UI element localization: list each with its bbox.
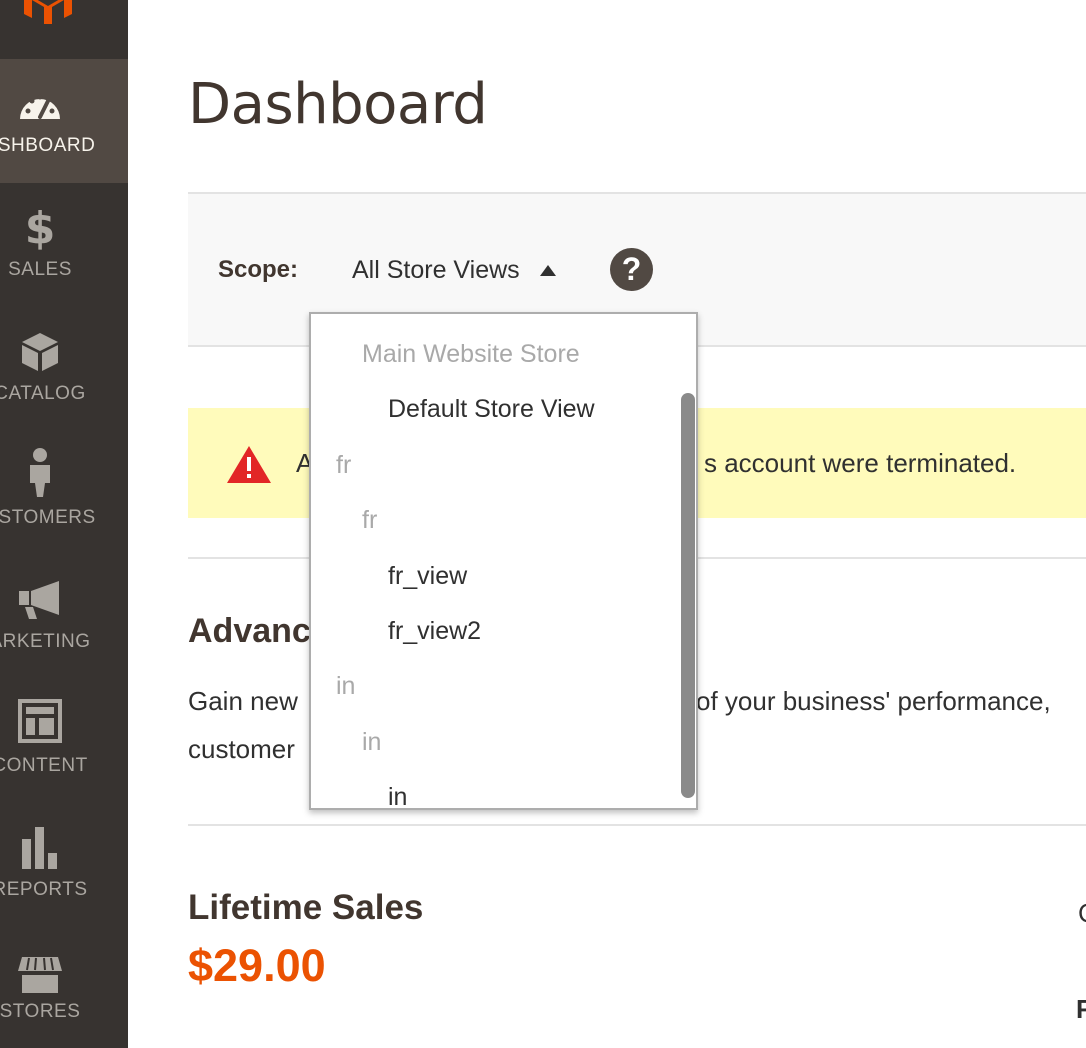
advanced-reporting-text: customer: [188, 734, 295, 764]
box-icon: [0, 331, 80, 373]
warning-icon: [227, 446, 271, 483]
advanced-reporting-text: Gain new: [188, 686, 298, 716]
scope-label: Scope:: [218, 256, 299, 283]
sidebar-item-reports[interactable]: REPORTS: [0, 803, 128, 927]
dropdown-option-store-view[interactable]: in: [388, 783, 407, 808]
sidebar-item-label: REPORTS: [0, 879, 88, 900]
dropdown-option-store-view[interactable]: fr_view: [388, 562, 467, 591]
dashboard-gauge-icon: [0, 89, 80, 123]
scope-dropdown-toggle[interactable]: All Store Views: [352, 253, 556, 287]
dropdown-group-website: in: [336, 672, 356, 700]
sidebar-item-stores[interactable]: STORES: [0, 927, 128, 1048]
layout-icon: [0, 699, 80, 743]
sidebar-item-label: STORES: [0, 1001, 81, 1022]
page-title: Dashboard: [188, 72, 488, 137]
sidebar-item-label: CONTENT: [0, 755, 88, 776]
dropdown-option-store-view[interactable]: fr_view2: [388, 617, 481, 646]
scope-dropdown-menu: Main Website Store Default Store View fr…: [309, 312, 698, 810]
dropdown-option-store-view[interactable]: Default Store View: [388, 395, 595, 424]
lifetime-sales-title: Lifetime Sales: [188, 888, 424, 927]
sidebar-item-label: ASHBOARD: [0, 135, 96, 156]
clipped-text: C: [1078, 898, 1086, 929]
advanced-reporting-title: Advanc: [188, 612, 311, 650]
sidebar-item-content[interactable]: CONTENT: [0, 679, 128, 803]
sidebar-item-label: USTOMERS: [0, 507, 96, 528]
storefront-icon: [0, 955, 80, 995]
person-icon: [0, 447, 80, 497]
notice-text-end: s account were terminated.: [704, 448, 1017, 478]
magento-logo-icon[interactable]: [18, 0, 78, 24]
dropdown-scrollbar[interactable]: [681, 393, 695, 798]
caret-up-icon: [539, 264, 556, 276]
clipped-text: F: [1076, 994, 1086, 1024]
dropdown-group-website: fr: [336, 451, 352, 479]
section-divider: [188, 824, 1086, 826]
bar-chart-icon: [0, 827, 80, 869]
sidebar-item-label: SALES: [8, 259, 72, 280]
dropdown-group-website: Main Website Store: [362, 340, 580, 368]
advanced-reporting-text: of your business' performance,: [696, 686, 1051, 716]
sidebar-item-label: ARKETING: [0, 631, 91, 652]
scope-selected-value: All Store Views: [352, 255, 520, 284]
dropdown-group-store: fr: [362, 506, 378, 534]
sidebar-item-label: CATALOG: [0, 383, 86, 404]
sidebar-item-sales[interactable]: $ SALES: [0, 183, 128, 307]
lifetime-sales-value: $29.00: [188, 940, 326, 991]
dollar-icon: $: [24, 203, 56, 254]
help-icon[interactable]: ?: [610, 248, 653, 291]
sidebar-item-dashboard[interactable]: ASHBOARD: [0, 59, 128, 183]
admin-sidebar: ASHBOARD $ SALES CATALOG USTOMERS: [0, 0, 128, 1048]
sidebar-item-marketing[interactable]: ARKETING: [0, 555, 128, 679]
dropdown-group-store: in: [362, 728, 382, 756]
sidebar-item-customers[interactable]: USTOMERS: [0, 431, 128, 555]
sidebar-item-catalog[interactable]: CATALOG: [0, 307, 128, 431]
megaphone-icon: [0, 581, 80, 619]
